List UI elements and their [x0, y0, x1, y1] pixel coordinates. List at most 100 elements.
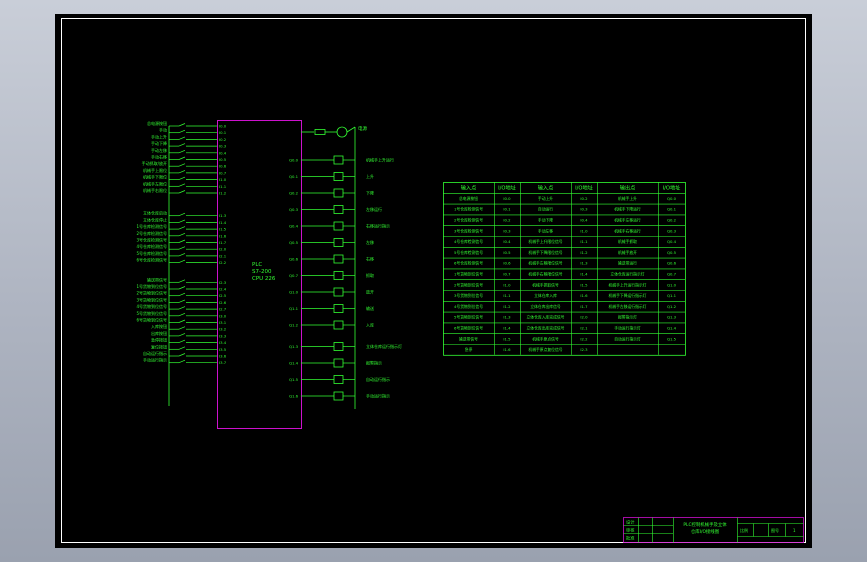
output-label: 右移运行指示 — [366, 223, 390, 229]
table-cell: Q0.0 — [667, 196, 677, 201]
output-load-symbol — [333, 287, 344, 297]
output-label: 报警指示 — [366, 360, 382, 366]
input-switch-contact — [178, 353, 186, 357]
table-cell: I1.6 — [580, 293, 588, 298]
input-switch-contact — [178, 219, 186, 223]
input-label: 5号货物到位信号 — [136, 310, 167, 316]
input-address: I1.1 — [219, 184, 227, 189]
table-cell: 立体仓库入库 — [534, 293, 557, 298]
output-wiring: Q0.0 机械手上升运行 Q0.1 上升 Q0.2 下降 Q0.3 左移运行 Q0.4 右移运行指… — [289, 155, 402, 401]
table-cell: 5号货物到位信号 — [454, 315, 483, 320]
input-address: I2.3 — [219, 280, 227, 285]
input-label: 6号仓库检测信号 — [136, 257, 167, 263]
input-switch-contact — [178, 212, 186, 217]
output-label: 自动运行指示 — [366, 376, 390, 382]
table-cell: I0.7 — [503, 272, 511, 277]
table-cell: 机械手抓取 — [618, 239, 637, 244]
input-address: I3.3 — [219, 333, 227, 338]
table-cell: I0.3 — [580, 207, 588, 212]
title-block-label-approve: 批准 — [626, 535, 634, 542]
table-cell: I1.2 — [503, 304, 511, 309]
input-label: 机械手右限位 — [143, 187, 167, 193]
table-cell: I0.6 — [503, 261, 511, 266]
output-address: Q1.5 — [289, 377, 299, 382]
table-cell: I2.1 — [580, 326, 588, 331]
table-header-cell: 输入点 — [461, 184, 477, 192]
table-cell: Q1.3 — [667, 315, 677, 320]
input-address: I0.3 — [219, 144, 227, 149]
output-load-symbol — [333, 304, 344, 313]
table-cell: Q1.5 — [667, 336, 677, 341]
input-label: 5号仓库检测信号 — [136, 250, 167, 256]
output-label: 机械手上升运行 — [366, 157, 394, 163]
output-address: Q1.2 — [289, 323, 299, 328]
output-address: Q0.0 — [289, 158, 299, 163]
input-address: I1.7 — [219, 240, 227, 245]
output-address: Q0.2 — [289, 191, 299, 196]
input-switch-contact — [178, 143, 186, 147]
input-label: 立体仓库启动 — [143, 210, 167, 216]
table-cell: 6号货物到位信号 — [454, 326, 483, 331]
input-address: I0.0 — [219, 124, 227, 129]
table-cell: I1.1 — [580, 239, 588, 244]
output-load-symbol — [333, 221, 344, 231]
output-address: Q1.1 — [289, 306, 299, 311]
output-label: 输送 — [366, 305, 374, 311]
input-address: I2.5 — [219, 293, 227, 298]
input-address: I0.5 — [219, 157, 227, 162]
input-label: 1号货物到位信号 — [136, 283, 167, 289]
table-cell: 2号货物到位信号 — [454, 282, 483, 287]
input-label: 手动下降 — [151, 140, 167, 146]
input-switch-contact — [178, 312, 186, 317]
input-address: I3.4 — [219, 340, 227, 345]
input-switch-contact — [178, 306, 186, 310]
output-address: Q1.4 — [289, 361, 299, 366]
input-switch-contact — [178, 346, 186, 350]
table-cell: 立体仓库出库信号 — [530, 304, 561, 309]
input-label: 出库按钮 — [151, 330, 167, 336]
input-address: I3.1 — [219, 320, 227, 325]
output-load-symbol — [333, 155, 344, 165]
output-load-symbol — [333, 172, 344, 181]
input-label: 2号货物到位信号 — [136, 290, 167, 296]
table-cell: 机械手原点复位信号 — [528, 347, 562, 352]
output-label: 手动运行指示 — [366, 393, 390, 399]
input-switch-contact — [178, 319, 186, 323]
input-address: I3.6 — [219, 354, 227, 359]
table-cell: 输送带运行 — [618, 261, 637, 266]
sheet-label: 图号 — [771, 527, 779, 533]
input-label: 立体仓库停止 — [143, 216, 167, 222]
output-address: Q1.6 — [289, 394, 299, 399]
table-cell: I0.5 — [503, 250, 511, 255]
table-cell: 机械手左移运行 — [614, 218, 641, 223]
output-address: Q0.4 — [289, 224, 299, 229]
table-cell: I1.3 — [580, 261, 588, 266]
input-address: I0.6 — [219, 164, 227, 169]
sheet-number: 1 — [793, 528, 796, 533]
table-cell: Q1.1 — [667, 293, 677, 298]
table-cell: Q1.4 — [667, 326, 677, 331]
output-label: 上升 — [366, 173, 374, 179]
output-load-symbol — [333, 238, 344, 247]
table-cell: 机械手上升 — [618, 196, 637, 201]
input-wiring: 总电源按钮 I0.0 手动 I0.1 手动上升 I0.2 手动下降 I0.3 手动左移 I0.4 手… — [136, 120, 226, 365]
output-load-symbol — [333, 342, 344, 351]
fuse-symbol — [314, 129, 326, 135]
table-cell: 手动上升 — [538, 196, 553, 201]
table-cell: I1.5 — [503, 336, 511, 341]
power-source-symbol — [336, 126, 348, 138]
table-header-cell: 输入点 — [538, 184, 554, 192]
table-cell: I0.2 — [580, 196, 588, 201]
title-block: 设计 审核 批准 PLC控制机械手及立体 仓库I/O接线图 比例 图号 1 — [623, 517, 804, 543]
table-cell: 手动运行指示灯 — [614, 326, 641, 331]
input-switch-contact — [178, 156, 186, 160]
table-cell: I2.3 — [580, 347, 588, 352]
input-switch-contact — [178, 299, 186, 303]
table-cell: 6号仓库检测信号 — [454, 261, 483, 266]
table-cell: I0.3 — [503, 228, 511, 233]
table-cell: 报警指示灯 — [618, 315, 637, 320]
input-label: 入库按钮 — [151, 323, 167, 329]
table-cell: I1.4 — [503, 326, 511, 331]
table-cell: I1.6 — [503, 347, 511, 352]
input-label: 总电源按钮 — [147, 120, 167, 126]
